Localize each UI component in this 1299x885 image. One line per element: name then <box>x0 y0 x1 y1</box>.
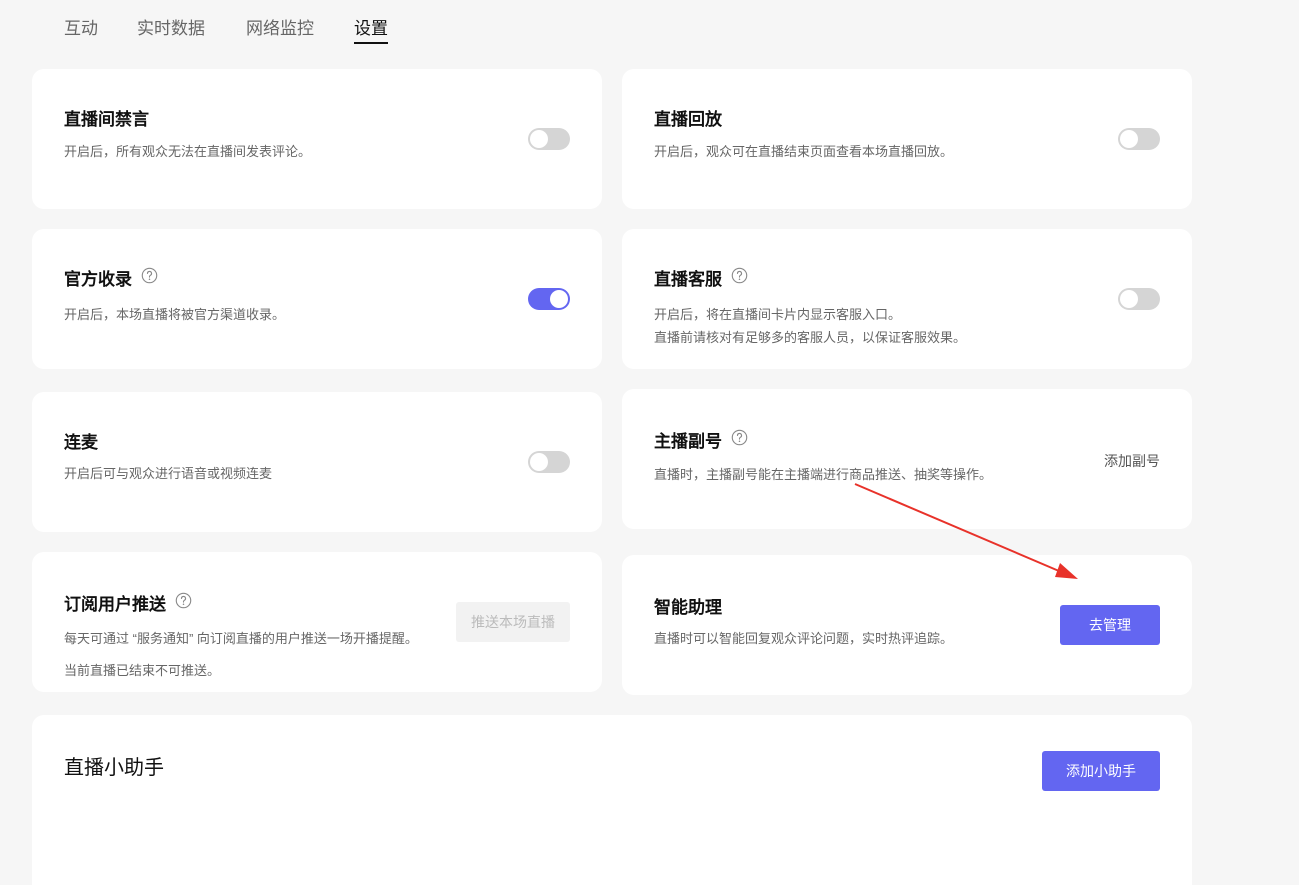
official-inclusion-toggle[interactable] <box>528 288 570 310</box>
card-sub-account: 主播副号 直播时，主播副号能在主播端进行商品推送、抽奖等操作。 添加副号 <box>622 389 1192 529</box>
card-official-inclusion: 官方收录 开启后，本场直播将被官方渠道收录。 <box>32 229 602 369</box>
question-circle-icon[interactable] <box>141 267 158 284</box>
cohost-toggle[interactable] <box>528 451 570 473</box>
card-smart-assistant: 智能助理 直播时可以智能回复观众评论问题，实时热评追踪。 去管理 <box>622 555 1192 695</box>
tab-network-monitor[interactable]: 网络监控 <box>246 14 314 39</box>
card-live-mute: 直播间禁言 开启后，所有观众无法在直播间发表评论。 <box>32 69 602 209</box>
card-title-text: 直播回放 <box>654 110 722 129</box>
tab-interaction[interactable]: 互动 <box>64 14 98 39</box>
card-live-helper: 直播小助手 添加小助手 <box>32 715 1192 885</box>
add-sub-account-link[interactable]: 添加副号 <box>1104 451 1160 471</box>
card-title: 智能助理 <box>654 593 722 618</box>
card-description: 直播时，主播副号能在主播端进行商品推送、抽奖等操作。 <box>654 467 993 482</box>
card-description: 每天可通过 “服务通知” 向订阅直播的用户推送一场开播提醒。 <box>64 631 418 646</box>
toggle-knob <box>530 130 548 148</box>
card-title: 订阅用户推送 <box>64 590 192 615</box>
card-title: 直播客服 <box>654 265 748 290</box>
card-title: 连麦 <box>64 428 98 453</box>
card-title-text: 智能助理 <box>654 598 722 617</box>
card-title-text: 主播副号 <box>654 432 722 451</box>
card-title-text: 订阅用户推送 <box>64 595 166 614</box>
section-title: 直播小助手 <box>64 757 164 779</box>
card-description-secondary: 直播前请核对有足够多的客服人员，以保证客服效果。 <box>654 330 967 345</box>
toggle-knob <box>1120 290 1138 308</box>
card-title-text: 直播客服 <box>654 270 722 289</box>
card-description: 直播时可以智能回复观众评论问题，实时热评追踪。 <box>654 631 954 646</box>
card-description: 开启后，所有观众无法在直播间发表评论。 <box>64 144 312 159</box>
card-description: 开启后，将在直播间卡片内显示客服入口。 <box>654 307 902 322</box>
question-circle-icon[interactable] <box>731 267 748 284</box>
card-description: 开启后，本场直播将被官方渠道收录。 <box>64 307 286 322</box>
card-title: 直播间禁言 <box>64 105 149 130</box>
card-cohost: 连麦 开启后可与观众进行语音或视频连麦 <box>32 392 602 532</box>
tab-settings[interactable]: 设置 <box>354 14 388 44</box>
card-title-text: 官方收录 <box>64 270 132 289</box>
card-subscriber-push: 订阅用户推送 每天可通过 “服务通知” 向订阅直播的用户推送一场开播提醒。 当前… <box>32 552 602 692</box>
card-title: 直播回放 <box>654 105 722 130</box>
card-live-replay: 直播回放 开启后，观众可在直播结束页面查看本场直播回放。 <box>622 69 1192 209</box>
push-live-button[interactable]: 推送本场直播 <box>456 602 570 642</box>
mute-toggle[interactable] <box>528 128 570 150</box>
card-title-text: 直播间禁言 <box>64 110 149 129</box>
toggle-knob <box>1120 130 1138 148</box>
manage-button[interactable]: 去管理 <box>1060 605 1160 645</box>
card-live-customer-service: 直播客服 开启后，将在直播间卡片内显示客服入口。 直播前请核对有足够多的客服人员… <box>622 229 1192 369</box>
card-description: 开启后可与观众进行语音或视频连麦 <box>64 466 273 481</box>
toggle-knob <box>550 290 568 308</box>
toggle-knob <box>530 453 548 471</box>
question-circle-icon[interactable] <box>731 429 748 446</box>
replay-toggle[interactable] <box>1118 128 1160 150</box>
card-description: 开启后，观众可在直播结束页面查看本场直播回放。 <box>654 144 954 159</box>
customer-service-toggle[interactable] <box>1118 288 1160 310</box>
add-helper-button[interactable]: 添加小助手 <box>1042 751 1160 791</box>
tab-realtime-data[interactable]: 实时数据 <box>137 14 205 39</box>
card-title: 官方收录 <box>64 265 158 290</box>
card-title: 主播副号 <box>654 427 748 452</box>
question-circle-icon[interactable] <box>175 592 192 609</box>
push-unavailable-note: 当前直播已结束不可推送。 <box>64 663 221 678</box>
card-title-text: 连麦 <box>64 433 98 452</box>
